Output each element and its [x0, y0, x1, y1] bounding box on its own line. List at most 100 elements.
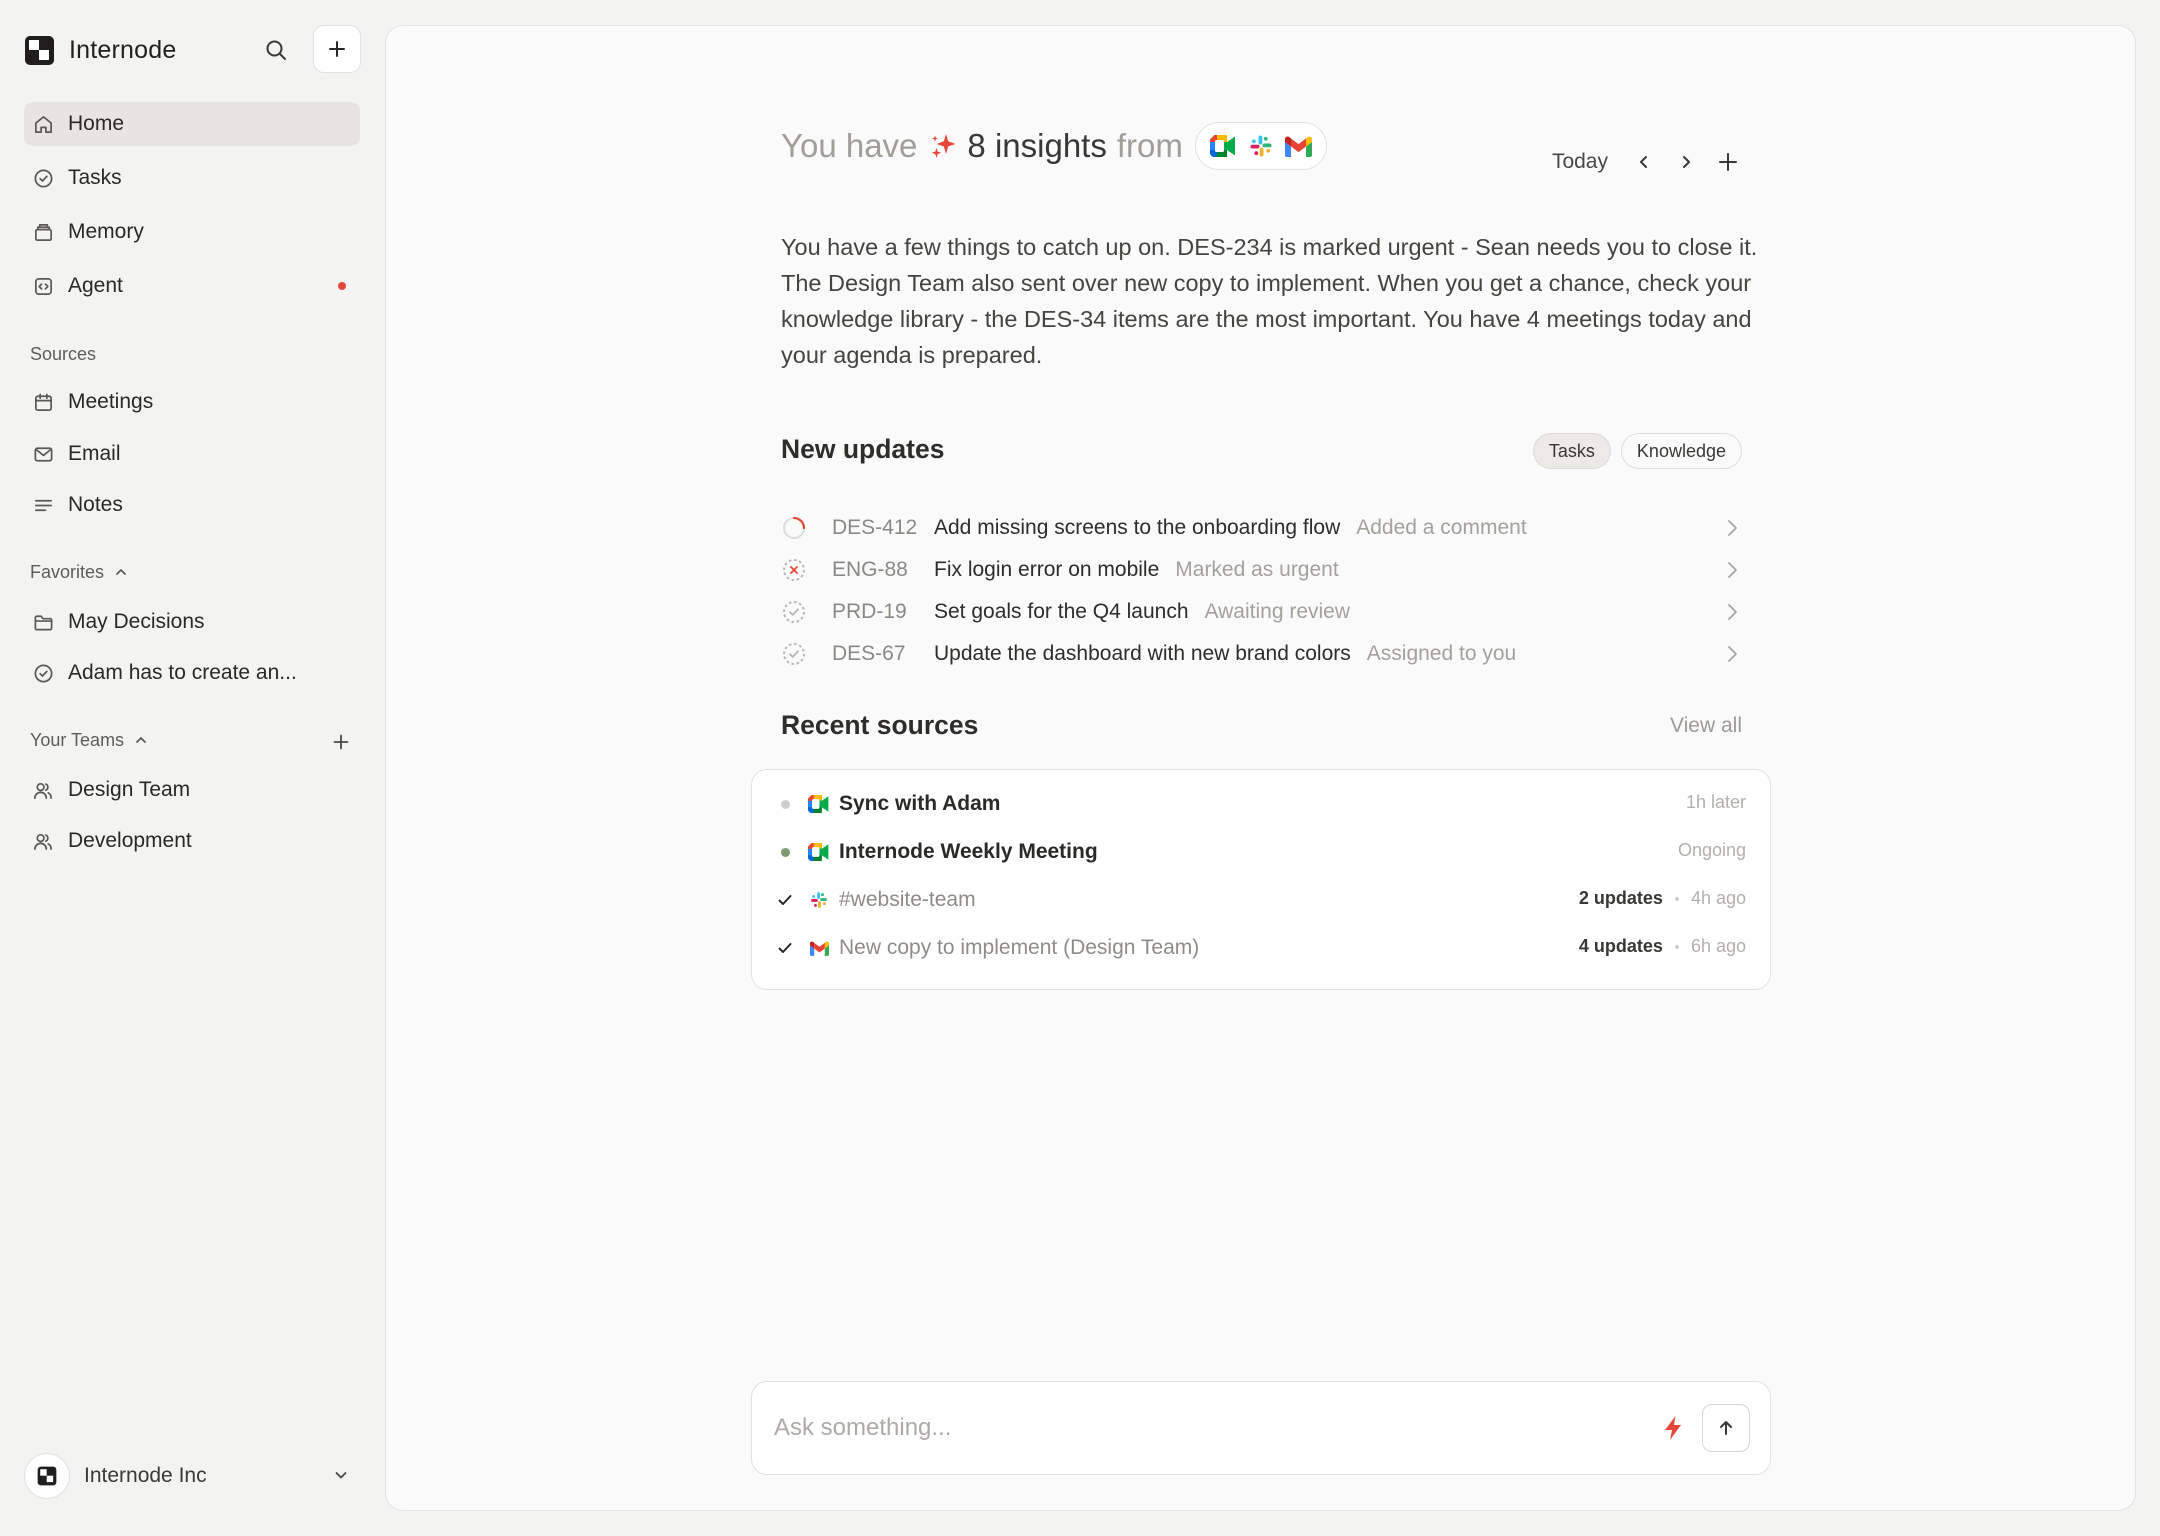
- sidebar-item-label: Adam has to create an...: [68, 661, 297, 684]
- chevron-right-icon: [1728, 646, 1737, 662]
- quick-actions-button[interactable]: [1657, 1412, 1689, 1444]
- chevron-right-icon: [1728, 520, 1737, 536]
- sidebar-item-meetings[interactable]: Meetings: [24, 380, 360, 424]
- list-item[interactable]: New copy to implement (Design Team) 4 up…: [776, 928, 1746, 968]
- google-meet-icon: [1209, 135, 1235, 157]
- workspace-avatar: [24, 1453, 70, 1499]
- sidebar-item-label: Memory: [68, 220, 144, 243]
- sidebar-item-home[interactable]: Home: [24, 102, 360, 146]
- chevron-up-icon: [136, 737, 146, 743]
- source-title: Sync with Adam: [839, 792, 1001, 815]
- sidebar-item-label: Tasks: [68, 166, 122, 189]
- internode-logo-icon: [25, 35, 54, 65]
- section-toggle-teams[interactable]: Your Teams: [30, 728, 148, 752]
- section-title-new-updates: New updates: [781, 434, 945, 464]
- separator-dot: [1674, 896, 1679, 901]
- sidebar-item-development[interactable]: Development: [24, 819, 360, 863]
- sidebar-item-tasks[interactable]: Tasks: [24, 156, 360, 200]
- sidebar-item-label: Email: [68, 442, 121, 465]
- section-label-teams: Your Teams: [30, 729, 125, 750]
- sidebar-item-email[interactable]: Email: [24, 432, 360, 476]
- sidebar-item-memory[interactable]: Memory: [24, 210, 360, 254]
- update-title: Fix login error on mobile: [934, 558, 1160, 581]
- plus-icon: [1719, 153, 1737, 171]
- todo-status-icon: [783, 643, 805, 665]
- add-insight-button[interactable]: [1714, 148, 1742, 176]
- chevron-left-icon: [1640, 156, 1647, 168]
- update-id: DES-412: [832, 516, 918, 539]
- sidebar-item-agent[interactable]: Agent: [24, 264, 360, 308]
- update-action: Awaiting review: [1204, 600, 1351, 623]
- check-circle-icon: [32, 167, 54, 189]
- headline-suffix: from: [1116, 127, 1183, 164]
- notification-dot: [338, 282, 346, 290]
- view-all-link[interactable]: View all: [1670, 714, 1742, 738]
- new-item-button[interactable]: [313, 25, 361, 73]
- previous-day-button[interactable]: [1630, 148, 1658, 176]
- check-circle-icon: [32, 662, 54, 684]
- workspace-name: Internode Inc: [84, 1464, 207, 1487]
- list-item[interactable]: Sync with Adam 1h later: [776, 784, 1746, 824]
- sidebar-item-design-team[interactable]: Design Team: [24, 768, 360, 812]
- update-action: Marked as urgent: [1175, 558, 1339, 581]
- google-meet-icon: [808, 793, 830, 815]
- status-dot-wrapper: [776, 795, 794, 813]
- sidebar-item-label: Development: [68, 829, 192, 852]
- search-icon: [266, 40, 286, 60]
- ask-input[interactable]: [774, 1404, 1594, 1452]
- connected-sources-pill[interactable]: [1194, 122, 1327, 170]
- source-time: 6h ago: [1690, 936, 1746, 956]
- mail-icon: [32, 443, 54, 465]
- source-time: Ongoing: [1677, 840, 1746, 860]
- update-row[interactable]: PRD-19 Set goals for the Q4 launch Await…: [781, 592, 1743, 632]
- chevron-down-icon: [335, 1472, 347, 1479]
- sparkle-icon: [932, 134, 956, 158]
- list-item[interactable]: #website-team 2 updates 4h ago: [776, 880, 1746, 920]
- update-action: Added a comment: [1356, 516, 1527, 539]
- source-title: Internode Weekly Meeting: [839, 840, 1098, 863]
- slack-icon: [808, 889, 830, 911]
- ask-composer: [751, 1381, 1771, 1475]
- filter-chip-knowledge[interactable]: Knowledge: [1620, 433, 1742, 469]
- add-team-button[interactable]: [326, 727, 356, 757]
- code-box-icon: [32, 275, 54, 297]
- source-title: #website-team: [839, 888, 976, 911]
- source-time: 1h later: [1685, 792, 1746, 812]
- update-row[interactable]: DES-412 Add missing screens to the onboa…: [781, 508, 1743, 548]
- users-icon: [32, 830, 54, 852]
- sidebar: Internode Home Tasks Memory Agent Source…: [0, 0, 384, 1536]
- source-title: New copy to implement (Design Team): [839, 936, 1200, 959]
- search-button[interactable]: [258, 32, 294, 68]
- list-item[interactable]: Internode Weekly Meeting Ongoing: [776, 832, 1746, 872]
- update-title: Set goals for the Q4 launch: [934, 600, 1189, 623]
- sidebar-item-notes[interactable]: Notes: [24, 483, 360, 527]
- workspace-switcher[interactable]: Internode Inc: [24, 1452, 360, 1500]
- update-id: PRD-19: [832, 600, 907, 623]
- sidebar-item-may-decisions[interactable]: May Decisions: [24, 600, 360, 644]
- source-meta: 4 updates 6h ago: [1579, 936, 1746, 957]
- section-toggle-favorites[interactable]: Favorites: [30, 560, 128, 584]
- filter-chip-tasks[interactable]: Tasks: [1532, 433, 1611, 469]
- send-button[interactable]: [1702, 1404, 1750, 1452]
- section-label-favorites: Favorites: [30, 561, 105, 582]
- users-icon: [32, 779, 54, 801]
- calendar-icon: [32, 391, 54, 413]
- arrow-up-icon: [1720, 1421, 1732, 1435]
- sidebar-item-adam-task[interactable]: Adam has to create an...: [24, 651, 360, 695]
- brand[interactable]: Internode: [24, 30, 176, 70]
- update-row[interactable]: ENG-88 Fix login error on mobile Marked …: [781, 550, 1743, 590]
- source-update-count: 2 updates: [1578, 888, 1663, 908]
- update-row[interactable]: DES-67 Update the dashboard with new bra…: [781, 634, 1743, 674]
- todo-status-icon: [783, 601, 805, 623]
- insights-count: 8 insights: [967, 127, 1107, 164]
- source-meta: 1h later: [1686, 792, 1746, 813]
- plus-icon: [333, 734, 349, 750]
- separator-dot: [1674, 944, 1679, 949]
- next-day-button[interactable]: [1672, 148, 1700, 176]
- in-progress-status-icon: [783, 516, 806, 539]
- update-id: ENG-88: [832, 558, 908, 581]
- chevron-right-icon: [1683, 156, 1690, 168]
- sidebar-item-label: Meetings: [68, 390, 154, 413]
- date-label[interactable]: Today: [1552, 150, 1608, 174]
- update-filter-chips: Tasks Knowledge: [1532, 433, 1742, 469]
